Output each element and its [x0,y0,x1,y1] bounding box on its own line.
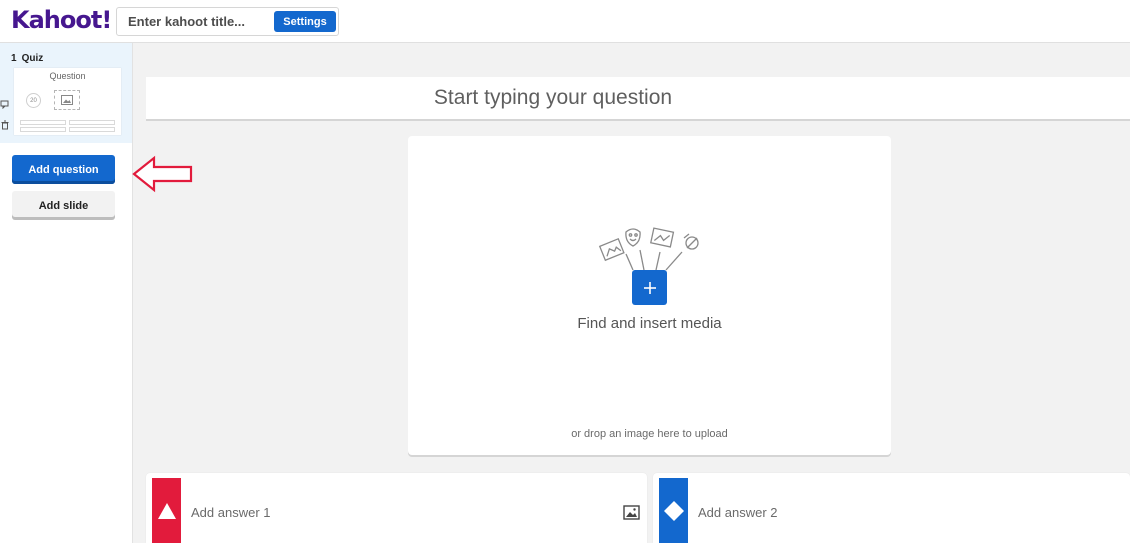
question-title-bar [146,77,1130,119]
image-icon [61,95,73,105]
answer-card-2[interactable] [653,473,1130,543]
slide-number: 1 [11,53,17,64]
answer-card-1[interactable] [146,473,647,543]
slide-item-1[interactable]: 1 Quiz Question 20 [0,43,132,143]
answer-1-image-button[interactable] [623,505,640,520]
thumbnail-media-placeholder [54,90,80,110]
insert-media-label: Find and insert media [577,315,722,332]
question-input[interactable] [146,77,1130,119]
thumbnail-answer [69,120,115,125]
answer-2-input[interactable] [698,501,1078,523]
add-slide-button[interactable]: Add slide [12,191,115,220]
triangle-icon [157,502,176,519]
thumbnail-answer [20,127,66,132]
annotation-arrow-icon [132,155,193,193]
insert-media-button[interactable] [632,270,667,305]
duplicate-icon[interactable] [0,99,10,109]
top-bar: Kahoot! Settings [0,0,1130,43]
add-question-button[interactable]: Add question [12,155,115,184]
delete-icon[interactable] [0,120,10,130]
thumbnail-answer [69,127,115,132]
diamond-icon [663,500,684,521]
slide-type: Quiz [21,53,44,64]
slide-sidebar: 1 Quiz Question 20 Add question Add slid… [0,43,133,543]
slide-thumbnail[interactable]: Question 20 [14,68,121,135]
kahoot-logo[interactable]: Kahoot! [11,6,112,34]
image-icon [623,505,640,520]
slide-label: 1 Quiz [11,53,43,64]
kahoot-title-input[interactable] [117,8,272,35]
thumbnail-timer: 20 [26,93,41,108]
answer-1-shape [152,478,181,543]
media-types-icon [598,227,699,271]
settings-button[interactable]: Settings [274,11,336,32]
answer-2-shape [659,478,688,543]
title-field-group: Settings [116,7,339,36]
upload-hint: or drop an image here to upload [571,428,728,440]
media-dropzone[interactable]: Find and insert media or drop an image h… [408,136,891,455]
plus-icon [643,281,656,294]
thumbnail-title: Question [49,71,86,81]
thumbnail-answer [20,120,66,125]
answer-1-input[interactable] [191,501,571,523]
